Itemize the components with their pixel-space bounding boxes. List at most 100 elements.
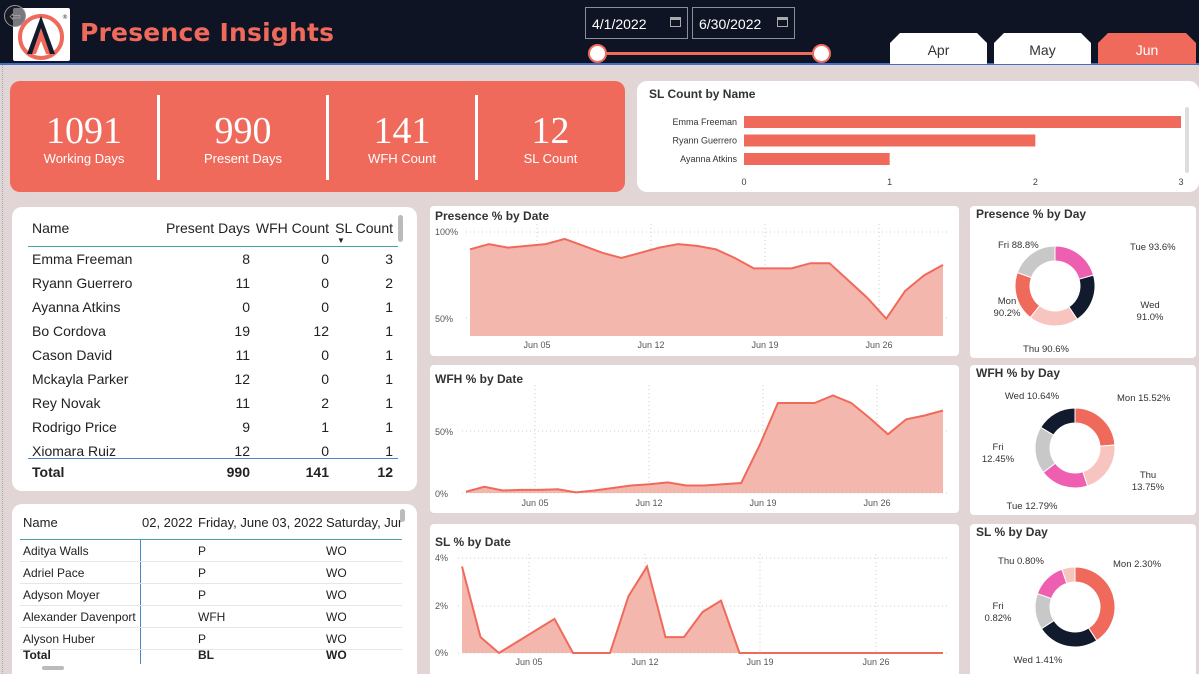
matrix-cell-col3[interactable]: WO <box>326 610 347 624</box>
col-header-present[interactable]: Present Days <box>166 216 250 240</box>
cell-name[interactable]: Emma Freeman <box>32 247 132 271</box>
cell-present[interactable]: 11 <box>235 391 250 415</box>
x-tick-label: Jun 12 <box>635 498 662 508</box>
cell-sl[interactable]: 1 <box>385 319 393 343</box>
cell-sl[interactable]: 1 <box>385 367 393 391</box>
donut-label: Mon 15.52% <box>1117 393 1171 404</box>
chart-scrollbar[interactable] <box>1185 107 1189 173</box>
wfh-by-date-card: WFH % by Date 50% 0% Jun 05 Jun 12 Jun 19 Jun… <box>430 365 959 513</box>
donut-label: Tue 12.79% <box>1007 501 1058 512</box>
x-tick-label: Jun 26 <box>863 498 890 508</box>
cell-sl[interactable]: 1 <box>385 343 393 367</box>
matrix-cell-name[interactable]: Adyson Moyer <box>23 588 100 602</box>
cell-present[interactable]: 12 <box>234 367 250 391</box>
matrix-header-col1[interactable]: 02, 2022 <box>142 515 193 530</box>
x-tick-label: Jun 19 <box>746 657 773 667</box>
x-tick-label: Jun 12 <box>637 340 664 350</box>
matrix-row-divider <box>20 605 402 606</box>
bar-category-label: Emma Freeman <box>672 117 737 127</box>
donut-label: Wed <box>1140 300 1159 311</box>
donut-slice <box>1074 407 1116 447</box>
cell-present[interactable]: 11 <box>235 343 250 367</box>
cell-name[interactable]: Cason David <box>32 343 112 367</box>
month-tab-jun[interactable]: Jun <box>1098 33 1196 64</box>
kpi-working-days: 1091 Working Days <box>10 81 158 192</box>
y-tick-label: 50% <box>435 427 453 437</box>
matrix-cell-col2[interactable]: P <box>198 588 206 602</box>
sort-desc-icon[interactable]: ▼ <box>337 236 345 245</box>
matrix-total-col2: BL <box>198 648 214 662</box>
cell-wfh[interactable]: 0 <box>321 295 329 319</box>
cell-present[interactable]: 8 <box>242 247 250 271</box>
calendar-icon[interactable] <box>777 17 788 27</box>
cell-present[interactable]: 19 <box>234 319 250 343</box>
cell-name[interactable]: Ayanna Atkins <box>32 295 120 319</box>
cell-name[interactable]: Mckayla Parker <box>32 367 128 391</box>
kpi-value: 12 <box>531 110 570 152</box>
cell-sl[interactable]: 1 <box>385 415 393 439</box>
cell-present[interactable]: 9 <box>242 415 250 439</box>
matrix-cell-col2[interactable]: P <box>198 544 206 558</box>
matrix-cell-name[interactable]: Aditya Walls <box>23 544 89 558</box>
cell-wfh[interactable]: 0 <box>321 367 329 391</box>
matrix-cell-name[interactable]: Alexander Davenport <box>23 610 136 624</box>
sl-by-day-card: SL % by Day Mon 2.30% Wed 1.41% Fri 0.82% Th… <box>970 524 1196 674</box>
matrix-cell-name[interactable]: Alyson Huber <box>23 632 95 646</box>
cell-wfh[interactable]: 0 <box>321 247 329 271</box>
presence-by-day-card: Presence % by Day Tue 93.6% Wed 91.0% Thu 9… <box>970 206 1196 358</box>
cell-wfh[interactable]: 0 <box>321 271 329 295</box>
donut-slice <box>1036 568 1068 600</box>
matrix-vscrollbar[interactable] <box>400 509 405 522</box>
matrix-hscrollbar[interactable] <box>42 666 64 670</box>
summary-table-card: Name Present Days WFH Count SL Count ▼ E… <box>12 207 417 491</box>
cell-present[interactable]: 11 <box>235 271 250 295</box>
kpi-value: 1091 <box>46 110 122 152</box>
back-arrow-icon[interactable]: ⇦ <box>4 5 26 27</box>
col-header-name[interactable]: Name <box>32 216 69 240</box>
donut-label: Fri <box>992 442 1003 453</box>
matrix-cell-col2[interactable]: WFH <box>198 610 225 624</box>
wfh-area-chart: 50% 0% Jun 05 Jun 12 Jun 19 Jun 26 <box>435 385 947 508</box>
sl-by-date-card: SL % by Date 4% 2% 0% Jun 05 Jun 12 Jun 19 Jun… <box>430 524 959 674</box>
cell-wfh[interactable]: 12 <box>313 319 329 343</box>
bar <box>744 134 1036 147</box>
cell-wfh[interactable]: 2 <box>321 391 329 415</box>
x-tick-label: 2 <box>1033 177 1038 187</box>
donut-label: Mon <box>998 296 1016 307</box>
cell-sl[interactable]: 2 <box>385 271 393 295</box>
donut-label: 90.2% <box>994 308 1021 319</box>
matrix-cell-col2[interactable]: P <box>198 566 206 580</box>
matrix-cell-col3[interactable]: WO <box>326 544 347 558</box>
end-date-input[interactable]: 6/30/2022 <box>692 7 795 39</box>
matrix-cell-col3[interactable]: WO <box>326 632 347 646</box>
cell-wfh[interactable]: 0 <box>321 343 329 367</box>
matrix-header-name[interactable]: Name <box>23 515 58 530</box>
cell-name[interactable]: Ryann Guerrero <box>32 271 132 295</box>
cell-sl[interactable]: 3 <box>385 247 393 271</box>
cell-sl[interactable]: 1 <box>385 391 393 415</box>
month-tab-apr[interactable]: Apr <box>890 33 987 64</box>
cell-present[interactable]: 0 <box>242 295 250 319</box>
date-slider-end-handle[interactable] <box>812 44 831 63</box>
matrix-header-col3[interactable]: Saturday, Jun <box>326 515 402 530</box>
matrix-cell-col3[interactable]: WO <box>326 566 347 580</box>
calendar-icon[interactable] <box>670 17 681 27</box>
cell-sl[interactable]: 1 <box>385 295 393 319</box>
matrix-header-col2[interactable]: Friday, June 03, 2022 <box>198 515 323 530</box>
matrix-cell-col2[interactable]: P <box>198 632 206 646</box>
cell-wfh[interactable]: 1 <box>321 415 329 439</box>
kpi-present-days: 990 Present Days <box>160 81 326 192</box>
matrix-cell-name[interactable]: Adriel Pace <box>23 566 84 580</box>
month-tab-may[interactable]: May <box>994 33 1091 64</box>
matrix-cell-col3[interactable]: WO <box>326 588 347 602</box>
x-tick-label: Jun 05 <box>515 657 542 667</box>
date-slider-track[interactable] <box>597 52 822 55</box>
col-header-wfh[interactable]: WFH Count <box>256 216 329 240</box>
start-date-input[interactable]: 4/1/2022 <box>585 7 688 39</box>
matrix-row-divider <box>20 561 402 562</box>
date-slider-start-handle[interactable] <box>588 44 607 63</box>
table-scrollbar[interactable] <box>398 215 403 242</box>
cell-name[interactable]: Bo Cordova <box>32 319 106 343</box>
cell-name[interactable]: Rey Novak <box>32 391 100 415</box>
cell-name[interactable]: Rodrigo Price <box>32 415 117 439</box>
